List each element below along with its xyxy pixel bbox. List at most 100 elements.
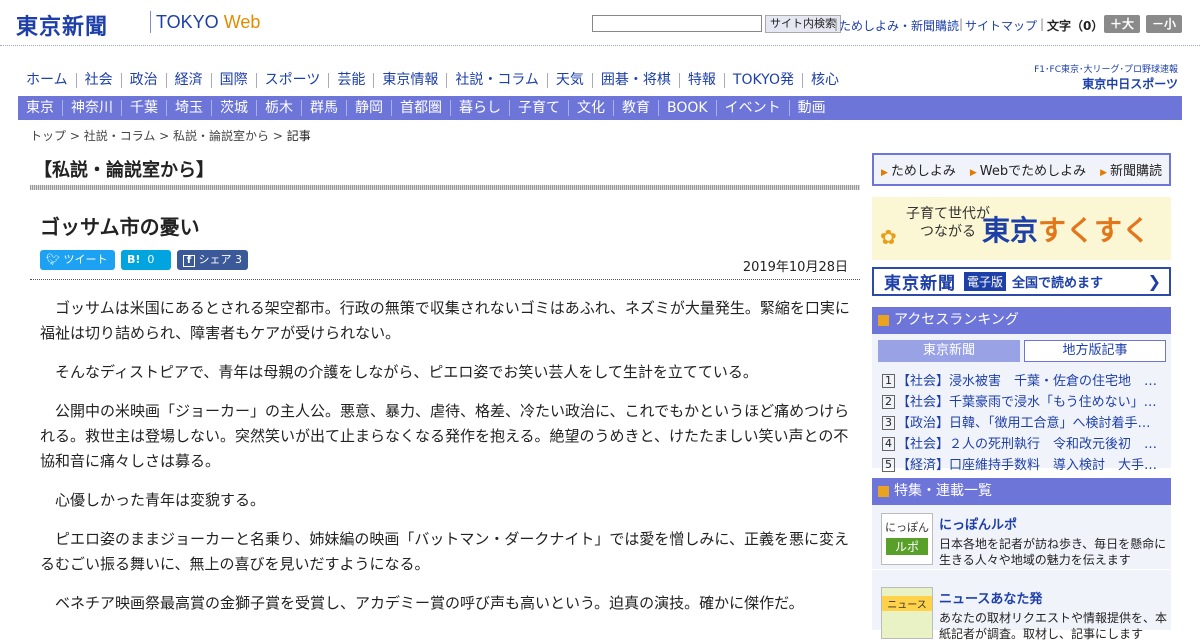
nav-core[interactable]: 核心 <box>803 72 847 88</box>
arrow-right-icon: ▶ <box>1100 168 1107 178</box>
hatena-bookmark-button[interactable]: B! 0 <box>121 250 171 270</box>
separator: | <box>1040 17 1045 31</box>
site-logo[interactable]: 東京新聞 <box>16 9 108 41</box>
digital-edition-banner[interactable]: 東京新聞 電子版 全国で読めます ❯ <box>872 267 1171 296</box>
digital-text: 全国で読めます <box>1012 276 1104 291</box>
section-title: 【私説・論説室から】 <box>34 160 214 181</box>
separator: | <box>834 17 839 31</box>
region-event[interactable]: イベント <box>717 100 790 116</box>
feature-title: ニュースあなた発 <box>939 592 1043 607</box>
subscribe-label: 新聞購読 <box>1110 164 1163 179</box>
ranking-text: 【社会】２人の死刑執行 令和改元後初 … <box>897 437 1158 452</box>
region-education[interactable]: 教育 <box>614 100 659 116</box>
features-heading: 特集・連載一覧 <box>872 478 1171 505</box>
ranking-item[interactable]: 2 【社会】千葉豪雨で浸水「もう住めない」… <box>882 391 1167 410</box>
article-divider <box>30 279 860 280</box>
crumb-top[interactable]: トップ <box>30 129 66 143</box>
nav-sports[interactable]: スポーツ <box>257 72 330 88</box>
nav-home[interactable]: ホーム <box>18 72 77 88</box>
ranking-box: 東京新聞 地方版記事 1 【社会】浸水被害 千葉・佐倉の住宅地 … 2 【社会】千葉… <box>872 334 1171 473</box>
ranking-text: 【社会】浸水被害 千葉・佐倉の住宅地 … <box>897 374 1158 389</box>
nav-tokyo-hatsu[interactable]: TOKYO発 <box>725 72 803 88</box>
ranking-item[interactable]: 1 【社会】浸水被害 千葉・佐倉の住宅地 … <box>882 370 1167 389</box>
article-paragraph: 心優しかった青年は変貌する。 <box>55 491 266 509</box>
tab-local-articles[interactable]: 地方版記事 <box>1024 340 1166 362</box>
trial-link[interactable]: ▶ ためしよみ <box>881 160 956 179</box>
nav-economy[interactable]: 経済 <box>167 72 212 88</box>
crumb-column[interactable]: 私説・論説室から <box>173 129 269 143</box>
region-saitama[interactable]: 埼玉 <box>167 100 212 116</box>
twitter-bird-icon: 🐦︎ <box>46 253 60 266</box>
region-video[interactable]: 動画 <box>790 100 834 116</box>
subscribe-sidebar-link[interactable]: ▶ 新聞購読 <box>1100 160 1162 179</box>
nippon-rupo-thumbnail: にっぽん ルポ <box>881 513 933 565</box>
tweet-button[interactable]: 🐦︎ ツイート <box>40 250 115 270</box>
facebook-share-button[interactable]: f シェア 3 <box>177 250 248 270</box>
article-date: 2019年10月28日 <box>742 260 848 275</box>
nav-politics[interactable]: 政治 <box>122 72 167 88</box>
crumb-editorial[interactable]: 社説・コラム <box>84 129 156 143</box>
web-trial-link[interactable]: ▶ Webでためしよみ <box>970 160 1086 179</box>
web-trial-label: Webでためしよみ <box>979 164 1087 179</box>
share-label: シェア 3 <box>198 253 243 266</box>
region-chiba[interactable]: 千葉 <box>122 100 167 116</box>
rank-number: 2 <box>882 395 895 409</box>
font-larger-button[interactable]: ＋大 <box>1104 15 1140 33</box>
ranking-item[interactable]: 5 【経済】口座維持手数料 導入検討 大手… <box>882 454 1167 473</box>
nav-special[interactable]: 特報 <box>680 72 725 88</box>
sukusuku-banner[interactable]: ✿ 子育て世代が つながる 東京すくすく <box>872 197 1171 260</box>
ranking-item[interactable]: 4 【社会】２人の死刑執行 令和改元後初 … <box>882 433 1167 452</box>
font-size-label: 文字（0） <box>1047 19 1104 33</box>
region-culture[interactable]: 文化 <box>569 100 614 116</box>
separator: | <box>959 17 964 31</box>
nav-tokyo-info[interactable]: 東京情報 <box>374 72 448 88</box>
logo-sub-b: Web <box>223 12 261 32</box>
site-header: 東京新聞 TOKYO Web サイト内検索 | ためしよみ・新聞購読 | サイト… <box>0 0 1200 46</box>
nav-go-shogi[interactable]: 囲碁・将棋 <box>593 72 680 88</box>
feature-item[interactable]: ニュース ニュースあなた発 あなたの取材リクエストや情報提供を、本紙記者が調査。… <box>872 579 1171 644</box>
tab-tokyo-shimbun[interactable]: 東京新聞 <box>878 340 1020 362</box>
region-gunma[interactable]: 群馬 <box>302 100 347 116</box>
region-parenting[interactable]: 子育て <box>510 100 569 116</box>
region-tochigi[interactable]: 栃木 <box>257 100 302 116</box>
ranking-text: 【経済】口座維持手数料 導入検討 大手… <box>897 458 1158 473</box>
chunichi-line2: 東京中日スポーツ <box>1082 77 1178 91</box>
site-search-input[interactable] <box>592 15 762 32</box>
nav-international[interactable]: 国際 <box>212 72 257 88</box>
nav-editorial[interactable]: 社説・コラム <box>447 72 548 88</box>
tokyo-web-logo[interactable]: TOKYO Web <box>156 12 260 33</box>
ranking-heading: アクセスランキング <box>872 307 1171 334</box>
nav-weather[interactable]: 天気 <box>548 72 593 88</box>
region-shizuoka[interactable]: 静岡 <box>347 100 392 116</box>
font-smaller-button[interactable]: －小 <box>1146 15 1182 33</box>
feature-desc: あなたの取材リクエストや情報提供を、本紙記者が調査。取材し、記事にします <box>939 611 1168 641</box>
digital-badge: 電子版 <box>964 272 1007 291</box>
nav-society[interactable]: 社会 <box>77 72 122 88</box>
subscribe-link[interactable]: ためしよみ・新聞購読 <box>839 17 959 34</box>
arrow-right-icon: ▶ <box>969 168 977 178</box>
subscription-links: ▶ ためしよみ ▶ Webでためしよみ ▶ 新聞購読 <box>872 153 1171 186</box>
facebook-icon: f <box>183 255 195 267</box>
feature-desc: 日本各地を記者が訪ね歩き、毎日を懸命に生きる人々や地域の魅力を伝えます <box>939 537 1167 567</box>
feature-title: にっぽんルポ <box>939 518 1018 533</box>
site-search-button[interactable]: サイト内検索 <box>765 15 841 33</box>
region-ibaraki[interactable]: 茨城 <box>212 100 257 116</box>
region-capital-area[interactable]: 首都圏 <box>392 100 451 116</box>
article-paragraph: そんなディストピアで、青年は母親の介護をしながら、ピエロ姿でお笑い芸人をして生計… <box>55 363 758 381</box>
feature-item[interactable]: にっぽん ルポ にっぽんルポ 日本各地を記者が訪ね歩き、毎日を懸命に生きる人々や… <box>872 505 1171 570</box>
article-paragraph: ベネチア映画祭最高賞の金獅子賞を受賞し、アカデミー賞の呼び声も高いという。迫真の… <box>55 594 804 612</box>
tweet-label: ツイート <box>63 253 108 266</box>
region-book[interactable]: BOOK <box>659 100 717 116</box>
chunichi-sports-banner[interactable]: F1･FC東京･大リーグ･プロ野球速報 東京中日スポーツ <box>1026 62 1178 92</box>
arrow-right-icon: ▶ <box>880 168 888 178</box>
ranking-text: 【政治】日韓、「徴用工合意」へ検討着手… <box>897 416 1151 431</box>
sukusuku-logo-b: すくすく <box>1038 214 1151 247</box>
section-divider <box>30 185 860 190</box>
sitemap-link[interactable]: サイトマップ <box>965 17 1037 34</box>
ranking-item[interactable]: 3 【政治】日韓、「徴用工合意」へ検討着手… <box>882 412 1167 431</box>
region-kanagawa[interactable]: 神奈川 <box>63 100 122 116</box>
region-tokyo[interactable]: 東京 <box>18 100 63 116</box>
region-living[interactable]: 暮らし <box>451 100 510 116</box>
sukusuku-logo: 東京すくすく <box>982 209 1150 249</box>
nav-entertainment[interactable]: 芸能 <box>329 72 375 88</box>
